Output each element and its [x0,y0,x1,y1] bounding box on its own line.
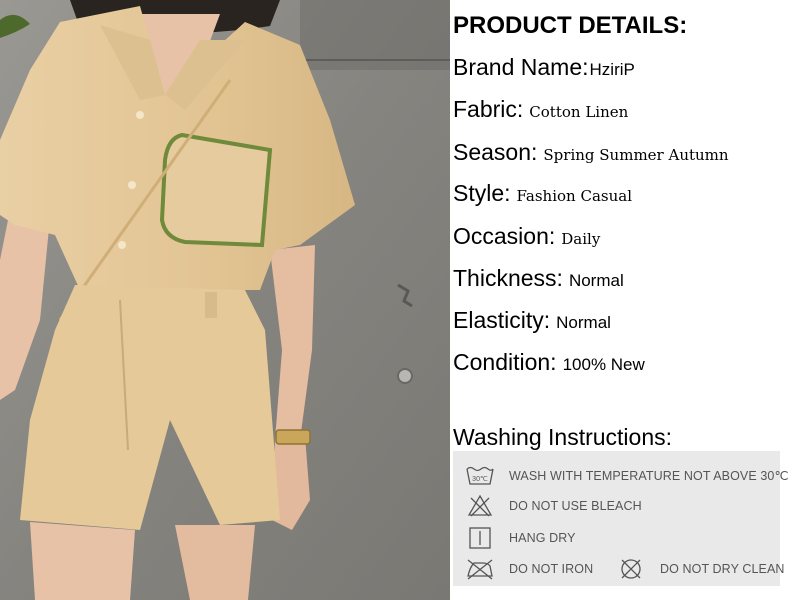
hang-dry-text: HANG DRY [509,531,576,545]
elasticity-label: Elasticity: [453,307,551,333]
button-1 [136,111,144,119]
detail-row-brand: Brand Name:HziriP [453,54,635,81]
detail-row-fabric: Fabric: Cotton Linen [453,96,628,123]
occasion-value: Daily [561,230,601,248]
thickness-label: Thickness: [453,265,563,291]
belt-loop [205,292,217,318]
product-details-panel: PRODUCT DETAILS: Brand Name:HziriP Fabri… [453,0,800,600]
wash-item-iron: DO NOT IRON [465,557,593,581]
model-photo-illustration [0,0,450,600]
detail-row-condition: Condition: 100% New [453,349,645,376]
no-dry-clean-text: DO NOT DRY CLEAN [660,562,785,576]
left-leg [30,522,135,600]
no-iron-icon [467,559,493,580]
wash-item-bleach: DO NOT USE BLEACH [465,494,642,518]
product-photo [0,0,450,600]
detail-row-elasticity: Elasticity: Normal [453,307,611,334]
watch [275,429,311,445]
elasticity-value: Normal [556,313,611,332]
wash-item-hang-dry: HANG DRY [465,526,576,550]
washing-instructions-box: 30℃ WASH WITH TEMPERATURE NOT ABOVE 30℃ … [453,451,789,586]
detail-row-occasion: Occasion: Daily [453,223,600,250]
wash-temp-label: 30℃ [472,476,488,483]
button-3 [118,241,126,249]
style-label: Style: [453,180,511,206]
brand-label: Brand Name: [453,54,589,80]
wash-30-icon: 30℃ [466,466,494,485]
season-value: Spring Summer Autumn [543,146,729,164]
detail-row-season: Season: Spring Summer Autumn [453,139,729,166]
style-value: Fashion Casual [516,187,632,205]
occasion-label: Occasion: [453,223,556,249]
no-bleach-icon [467,494,493,517]
thickness-value: Normal [568,271,624,290]
wash-temperature-text: WASH WITH TEMPERATURE NOT ABOVE 30℃ [509,468,789,483]
shorts [20,285,280,530]
wall-bolt [397,368,413,384]
hang-dry-icon [469,527,491,549]
fabric-label: Fabric: [453,96,524,122]
fabric-value: Cotton Linen [529,103,629,121]
button-2 [128,181,136,189]
product-details-heading: PRODUCT DETAILS: [453,12,688,39]
detail-row-style: Style: Fashion Casual [453,180,632,207]
wash-item-temperature: 30℃ WASH WITH TEMPERATURE NOT ABOVE 30℃ [465,463,789,487]
detail-row-thickness: Thickness: Normal [453,265,624,292]
no-bleach-text: DO NOT USE BLEACH [509,499,642,513]
condition-label: Condition: [453,349,557,375]
season-label: Season: [453,139,538,165]
no-dry-clean-icon [621,559,641,579]
washing-instructions-title: Washing Instructions: [453,424,673,450]
wash-item-dry-clean: DO NOT DRY CLEAN [616,557,785,581]
condition-value: 100% New [562,355,645,374]
brand-value: HziriP [589,60,635,79]
no-iron-text: DO NOT IRON [509,562,594,576]
